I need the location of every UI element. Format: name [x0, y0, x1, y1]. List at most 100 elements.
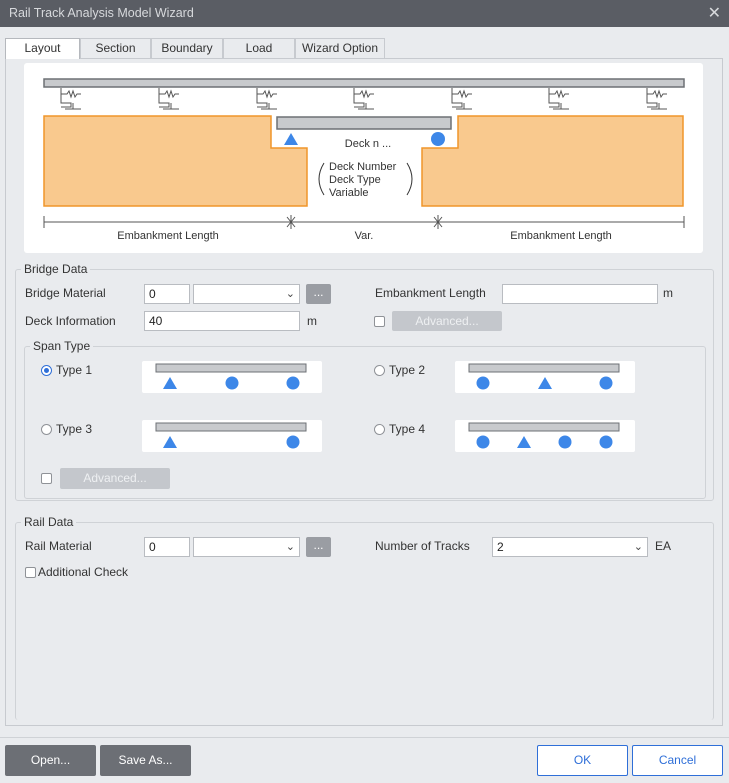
var-line: Deck Type: [329, 174, 381, 186]
right-embankment: [421, 115, 684, 207]
rail-material-select[interactable]: ⌄: [193, 537, 300, 557]
spring-icon: [60, 88, 81, 110]
span-type-3-radio[interactable]: [41, 424, 52, 435]
span-type-4-radio[interactable]: [374, 424, 385, 435]
embankment-length-unit: m: [663, 286, 673, 300]
span-type-3-svg: [155, 422, 307, 449]
dimension-label: Var.: [355, 230, 374, 242]
rail-material-label: Rail Material: [25, 539, 92, 553]
bridge-advanced-button[interactable]: Advanced...: [392, 311, 502, 331]
roller-support-icon: [286, 435, 300, 449]
chevron-down-icon: ⌄: [285, 288, 295, 300]
bridge-data-legend: Bridge Data: [21, 262, 91, 276]
roller-support-icon: [558, 435, 572, 449]
additional-check-label[interactable]: Additional Check: [38, 565, 128, 579]
left-brace: [318, 162, 325, 196]
spring-icon: [158, 88, 179, 110]
spring-icon: [646, 88, 667, 110]
bridge-advanced-checkbox[interactable]: [374, 316, 385, 327]
span-type-4-diagram: [455, 420, 635, 452]
tab-wizard-option[interactable]: Wizard Option: [295, 38, 385, 58]
deck-label: Deck n ...: [345, 138, 391, 150]
spring-icons: [60, 88, 667, 110]
span-type-4-svg: [468, 422, 620, 449]
number-of-tracks-unit: EA: [655, 539, 672, 553]
embankment-length-input[interactable]: [502, 284, 658, 304]
deck-information-unit: m: [307, 314, 317, 328]
span-deck-bar: [468, 363, 620, 373]
bridge-material-select[interactable]: ⌄: [193, 284, 300, 304]
tab-boundary[interactable]: Boundary: [151, 38, 223, 58]
span-deck-bar: [468, 422, 620, 432]
tab-label: Boundary: [161, 41, 213, 55]
roller-support-icon: [476, 376, 490, 390]
spring-icon: [451, 88, 472, 110]
rail-material-input[interactable]: [144, 537, 190, 557]
left-embankment: [43, 115, 308, 207]
tab-label: Load: [245, 41, 273, 55]
span-type-3-diagram: [142, 420, 322, 452]
roller-support-icon: [286, 376, 300, 390]
cancel-button[interactable]: Cancel: [632, 745, 723, 776]
layout-diagram: Deck n ... Deck Number Deck Type Variabl…: [24, 63, 703, 253]
rail-bar: [43, 78, 685, 88]
span-type-4-label[interactable]: Type 4: [389, 422, 425, 436]
var-line: Variable: [329, 187, 369, 199]
span-type-2-diagram: [455, 361, 635, 393]
ok-button[interactable]: OK: [537, 745, 628, 776]
span-type-1-radio[interactable]: [41, 365, 52, 376]
span-type-2-label[interactable]: Type 2: [389, 363, 425, 377]
tab-label: Layout: [24, 41, 61, 55]
tab-label: Section: [95, 41, 136, 55]
save-as-button[interactable]: Save As...: [100, 745, 191, 776]
roller-support-icon: [431, 132, 445, 146]
span-type-1-diagram: [142, 361, 322, 393]
roller-support-icon: [476, 435, 490, 449]
tab-label: Wizard Option: [301, 41, 379, 55]
span-type-3-label[interactable]: Type 3: [56, 422, 92, 436]
span-type-2-svg: [468, 363, 620, 390]
span-advanced-checkbox[interactable]: [41, 473, 52, 484]
number-of-tracks-select[interactable]: 2 ⌄: [492, 537, 648, 557]
chevron-down-icon: ⌄: [633, 541, 643, 553]
embankment-length-label: Embankment Length: [375, 286, 486, 300]
close-icon[interactable]: ✕: [708, 3, 721, 23]
title-bar: Rail Track Analysis Model Wizard ✕: [0, 0, 729, 27]
tab-load[interactable]: Load: [223, 38, 295, 58]
bridge-material-label: Bridge Material: [25, 286, 106, 300]
number-of-tracks-label: Number of Tracks: [375, 539, 470, 553]
bridge-material-browse-button[interactable]: ...: [306, 284, 331, 304]
window-title: Rail Track Analysis Model Wizard: [9, 6, 194, 20]
spring-icon: [353, 88, 374, 110]
dimension-label: Embankment Length: [510, 230, 612, 242]
pin-support-icon: [163, 436, 177, 448]
bridge-material-input[interactable]: [144, 284, 190, 304]
deck-information-input[interactable]: [144, 311, 300, 331]
rail-data-legend: Rail Data: [21, 515, 77, 529]
spring-icon: [256, 88, 277, 110]
span-type-1-label[interactable]: Type 1: [56, 363, 92, 377]
additional-check-checkbox[interactable]: [25, 567, 36, 578]
roller-support-icon: [225, 376, 239, 390]
chevron-down-icon: ⌄: [285, 541, 295, 553]
open-button[interactable]: Open...: [5, 745, 96, 776]
span-type-2-radio[interactable]: [374, 365, 385, 376]
tab-section[interactable]: Section: [80, 38, 151, 58]
rail-material-browse-button[interactable]: ...: [306, 537, 331, 557]
footer-divider: [0, 737, 729, 738]
pin-support-icon: [517, 436, 531, 448]
spring-icon: [548, 88, 569, 110]
span-deck-bar: [155, 422, 307, 432]
var-line: Deck Number: [329, 161, 397, 173]
right-brace: [406, 162, 413, 196]
deck-information-label: Deck Information: [25, 314, 116, 328]
deck-bar: [276, 116, 452, 130]
span-type-legend: Span Type: [30, 339, 94, 353]
pin-support-icon: [538, 377, 552, 389]
span-type-1-svg: [155, 363, 307, 390]
pin-support-icon: [284, 133, 298, 145]
tab-layout[interactable]: Layout: [5, 38, 80, 59]
roller-support-icon: [599, 376, 613, 390]
select-value: 2: [497, 540, 504, 554]
span-advanced-button[interactable]: Advanced...: [60, 468, 170, 489]
